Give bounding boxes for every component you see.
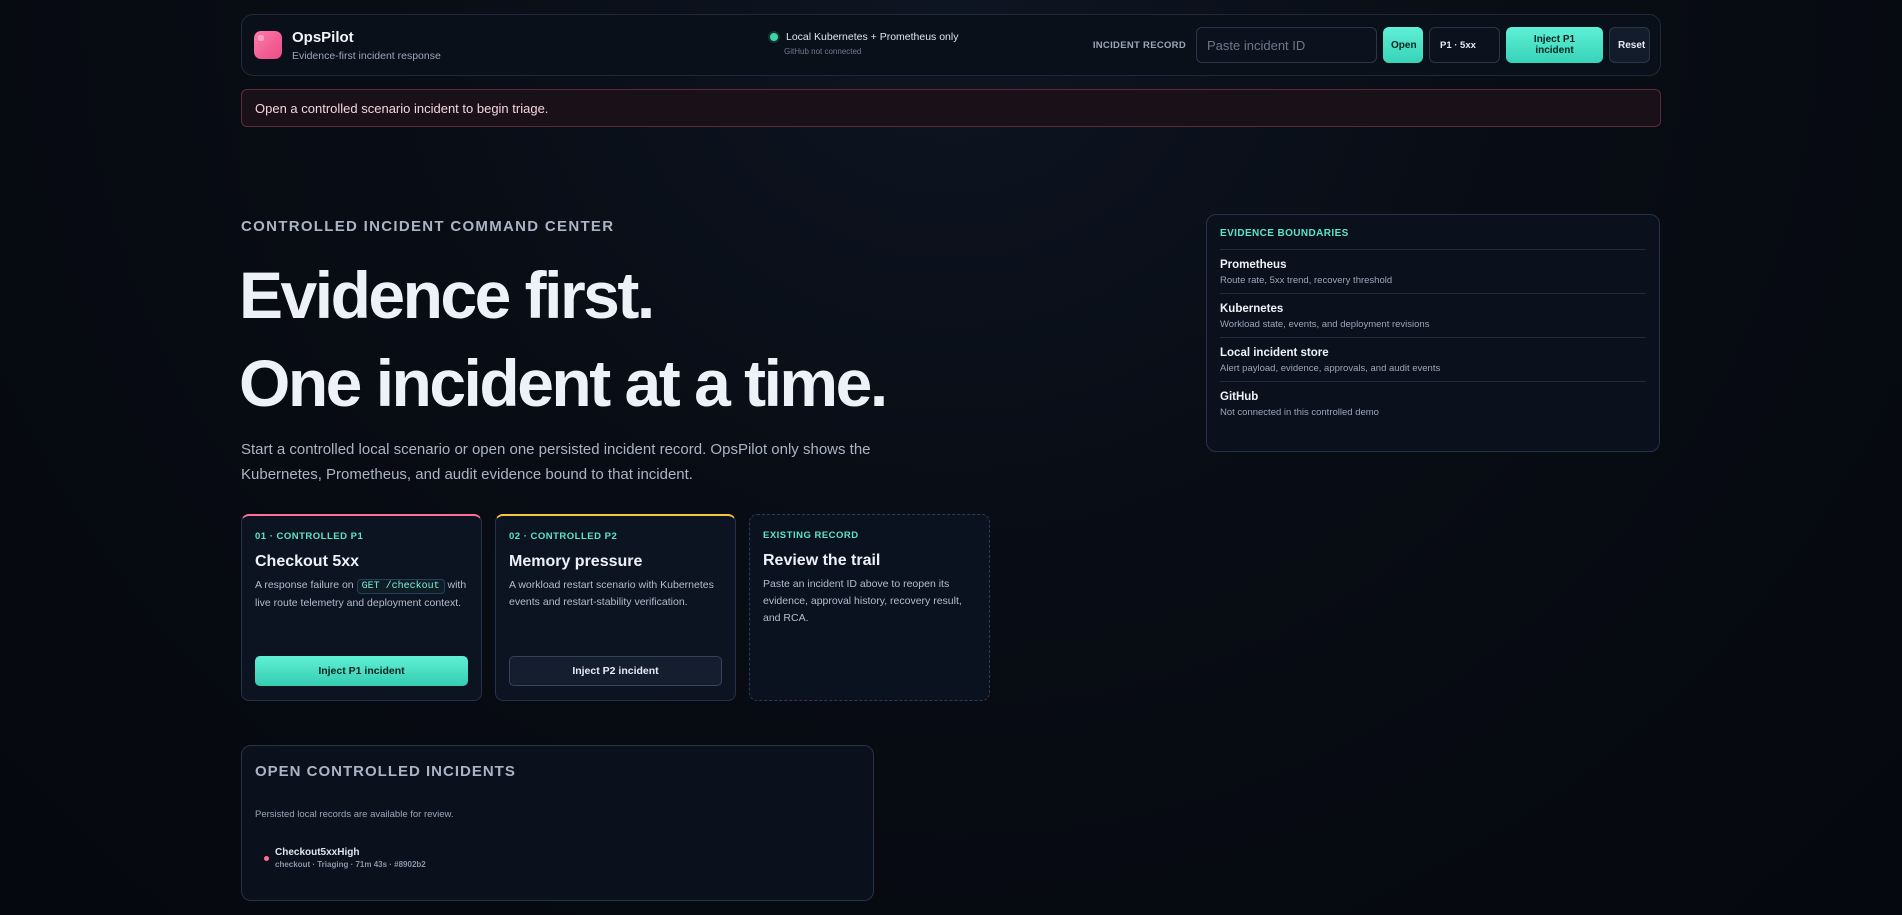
evidence-item-kubernetes: Kubernetes Workload state, events, and d… [1220, 294, 1646, 338]
evidence-title: Kubernetes [1220, 303, 1284, 315]
evidence-desc: Alert payload, evidence, approvals, and … [1220, 363, 1441, 374]
brand-subtitle: Evidence-first incident response [292, 49, 441, 62]
banner-message: Open a controlled scenario incident to b… [255, 100, 549, 116]
evidence-item-prometheus: Prometheus Route rate, 5xx trend, recove… [1220, 250, 1646, 294]
status-banner: Open a controlled scenario incident to b… [241, 89, 1661, 127]
card-kicker: EXISTING RECORD [763, 530, 859, 541]
evidence-item-local-store: Local incident store Alert payload, evid… [1220, 338, 1646, 382]
hero-headline-line2: One incident at a time. [239, 346, 888, 420]
card-desc-text: A response failure on [255, 579, 354, 591]
status-dot-icon [770, 33, 778, 41]
hero-eyebrow: CONTROLLED INCIDENT COMMAND CENTER [241, 218, 615, 235]
incident-record-label: INCIDENT RECORD [1092, 39, 1186, 51]
hero-lede: Start a controlled local scenario or ope… [241, 441, 871, 483]
evidence-desc: Workload state, events, and deployment r… [1220, 319, 1430, 330]
env-substatus-text: GitHub not connected [784, 47, 862, 56]
card-title: Review the trail [763, 552, 881, 569]
incident-meta: checkout · Triaging · 71m 43s · #8902b2 [275, 860, 426, 869]
evidence-boundaries-panel: EVIDENCE BOUNDARIES Prometheus Route rat… [1206, 214, 1660, 452]
hero-headline-line1: Evidence first. [239, 258, 655, 332]
brand: OpsPilot Evidence-first incident respons… [292, 29, 441, 62]
evidence-desc: Route rate, 5xx trend, recovery threshol… [1220, 275, 1393, 286]
open-incidents-panel: OPEN CONTROLLED INCIDENTS Persisted loca… [241, 745, 874, 901]
card-description: A workload restart scenario with Kuberne… [509, 579, 714, 608]
evidence-desc: Not connected in this controlled demo [1220, 407, 1379, 418]
open-button[interactable]: Open [1383, 27, 1423, 63]
inject-p1-button[interactable]: Inject P1 incident [1506, 27, 1603, 63]
inject-p2-card-button[interactable]: Inject P2 incident [509, 656, 722, 686]
env-status-text: Local Kubernetes + Prometheus only [786, 31, 959, 43]
severity-select[interactable]: P1 · 5xx [1429, 27, 1500, 63]
environment-status: Local Kubernetes + Prometheus only GitHu… [770, 31, 958, 56]
opspilot-logo-icon [254, 31, 282, 59]
card-description: Paste an incident ID above to reopen its… [763, 578, 962, 624]
evidence-title: GitHub [1220, 391, 1259, 403]
top-bar: OpsPilot Evidence-first incident respons… [241, 14, 1661, 76]
card-title: Checkout 5xx [255, 553, 360, 570]
reset-button[interactable]: Reset [1609, 27, 1650, 63]
incident-name: Checkout5xxHigh [275, 847, 360, 858]
evidence-heading: EVIDENCE BOUNDARIES [1220, 228, 1646, 250]
evidence-item-github: GitHub Not connected in this controlled … [1220, 382, 1646, 425]
open-incidents-note: Persisted local records are available fo… [255, 809, 454, 820]
evidence-title: Local incident store [1220, 347, 1329, 359]
severity-dot-icon [264, 856, 269, 861]
scenario-card-memory: 02 · CONTROLLED P2 Memory pressure A wor… [495, 514, 736, 701]
card-kicker: 02 · CONTROLLED P2 [509, 531, 618, 542]
incident-controls: INCIDENT RECORD Open P1 · 5xx Inject P1 … [1093, 27, 1650, 63]
card-kicker: 01 · CONTROLLED P1 [255, 531, 364, 542]
list-item[interactable]: Checkout5xxHigh checkout · Triaging · 71… [264, 847, 860, 869]
open-incidents-title: OPEN CONTROLLED INCIDENTS [255, 763, 516, 780]
existing-record-card: EXISTING RECORD Review the trail Paste a… [749, 514, 990, 701]
route-code: GET /checkout [356, 579, 445, 594]
brand-title: OpsPilot [292, 28, 354, 46]
inject-p1-card-button[interactable]: Inject P1 incident [255, 656, 468, 686]
scenario-card-checkout: 01 · CONTROLLED P1 Checkout 5xx A respon… [241, 514, 482, 701]
card-description: A response failure on GET /checkout with… [255, 577, 468, 612]
evidence-title: Prometheus [1220, 259, 1287, 271]
incident-id-input[interactable] [1196, 27, 1377, 63]
card-title: Memory pressure [509, 553, 643, 570]
